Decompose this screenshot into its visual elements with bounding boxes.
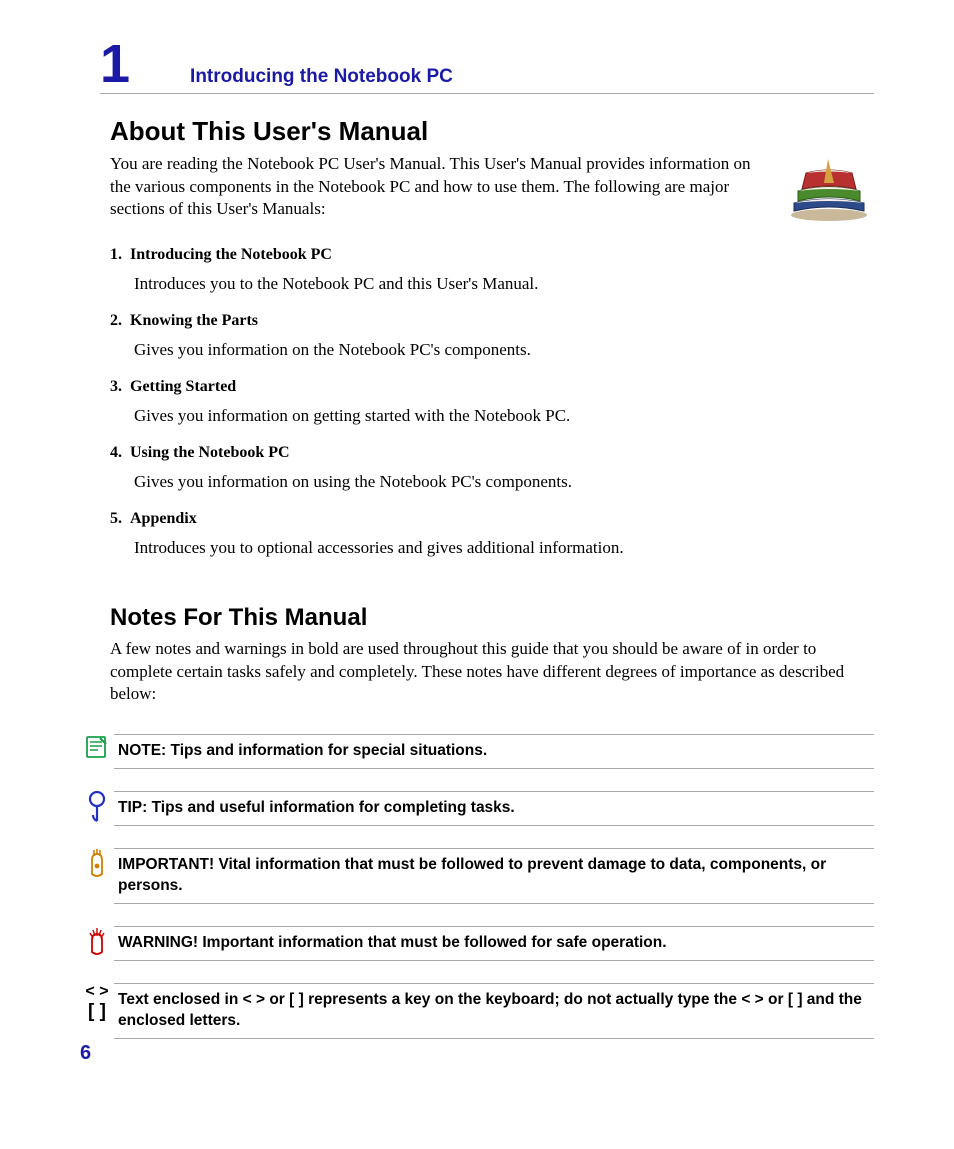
note-icon xyxy=(80,734,114,760)
heading-notes: Notes For This Manual xyxy=(110,604,874,632)
callout-keys: < > [ ] Text enclosed in < > or [ ] repr… xyxy=(80,983,874,1039)
chapter-header: 1 Introducing the Notebook PC xyxy=(100,40,874,94)
list-item-title: 1. Introducing the Notebook PC xyxy=(110,246,874,264)
brackets-icon: < > [ ] xyxy=(80,983,114,1023)
callout-tip: TIP: Tips and useful information for com… xyxy=(80,791,874,826)
list-item-title: 2. Knowing the Parts xyxy=(110,312,874,330)
callouts: NOTE: Tips and information for special s… xyxy=(80,734,874,1038)
callout-text: IMPORTANT! Vital information that must b… xyxy=(114,848,874,904)
tip-icon xyxy=(80,791,114,825)
intro-row: You are reading the Notebook PC User's M… xyxy=(110,153,874,228)
list-item: 4. Using the Notebook PC Gives you infor… xyxy=(110,444,874,492)
notes-intro: A few notes and warnings in bold are use… xyxy=(110,638,874,707)
callout-important: IMPORTANT! Vital information that must b… xyxy=(80,848,874,904)
list-item: 3. Getting Started Gives you information… xyxy=(110,378,874,426)
list-item-desc: Introduces you to optional accessories a… xyxy=(134,538,874,558)
angle-brackets: < > xyxy=(85,983,108,1001)
page-number: 6 xyxy=(80,1042,91,1065)
list-item-title: 4. Using the Notebook PC xyxy=(110,444,874,462)
square-brackets: [ ] xyxy=(85,1001,108,1023)
chapter-number: 1 xyxy=(100,40,130,89)
heading-about: About This User's Manual xyxy=(110,116,874,147)
important-icon xyxy=(80,848,114,880)
callout-text: Text enclosed in < > or [ ] represents a… xyxy=(114,983,874,1039)
list-item: 2. Knowing the Parts Gives you informati… xyxy=(110,312,874,360)
list-item-desc: Introduces you to the Notebook PC and th… xyxy=(134,274,874,294)
warning-icon xyxy=(80,926,114,956)
list-item-title: 5. Appendix xyxy=(110,510,874,528)
manual-page: 1 Introducing the Notebook PC About This… xyxy=(0,0,954,1149)
list-item-desc: Gives you information on the Notebook PC… xyxy=(134,340,874,360)
list-item-title: 3. Getting Started xyxy=(110,378,874,396)
list-item: 5. Appendix Introduces you to optional a… xyxy=(110,510,874,558)
callout-text: WARNING! Important information that must… xyxy=(114,926,874,961)
chapter-title: Introducing the Notebook PC xyxy=(190,66,453,88)
sections-list: 1. Introducing the Notebook PC Introduce… xyxy=(110,246,874,558)
callout-text: NOTE: Tips and information for special s… xyxy=(114,734,874,769)
list-item-desc: Gives you information on using the Noteb… xyxy=(134,472,874,492)
list-item-desc: Gives you information on getting started… xyxy=(134,406,874,426)
callout-warning: WARNING! Important information that must… xyxy=(80,926,874,961)
list-item: 1. Introducing the Notebook PC Introduce… xyxy=(110,246,874,294)
callout-text: TIP: Tips and useful information for com… xyxy=(114,791,874,826)
intro-text: You are reading the Notebook PC User's M… xyxy=(110,153,764,222)
callout-note: NOTE: Tips and information for special s… xyxy=(80,734,874,769)
books-icon xyxy=(784,153,874,228)
